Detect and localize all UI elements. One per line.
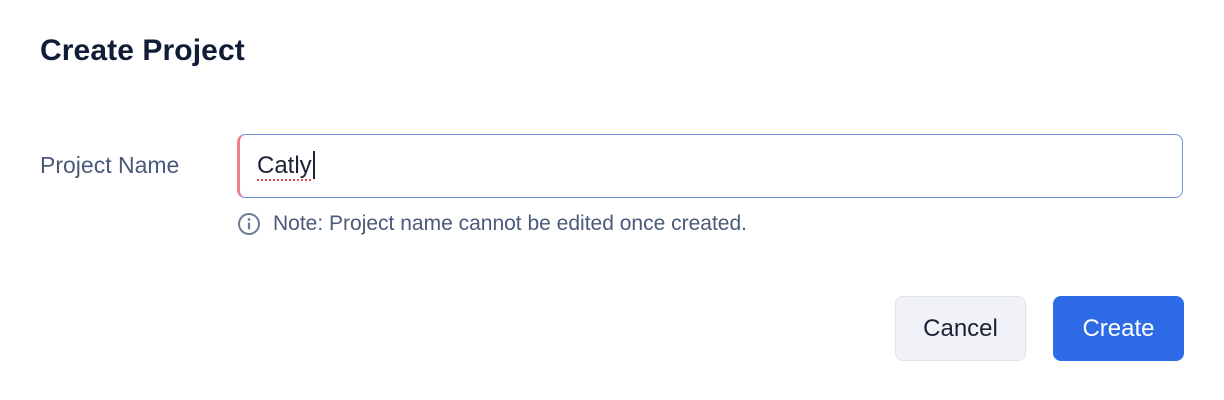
project-name-note: Note: Project name cannot be edited once… [237, 212, 747, 236]
info-icon [237, 212, 261, 236]
create-button[interactable]: Create [1053, 296, 1184, 361]
project-name-input-value[interactable]: Catly [257, 150, 315, 181]
project-name-label: Project Name [40, 152, 180, 178]
project-name-value-text: Catly [257, 152, 312, 179]
note-text: Note: Project name cannot be edited once… [273, 212, 747, 235]
text-caret [312, 150, 315, 179]
project-name-input[interactable]: Catly [237, 134, 1183, 198]
cancel-button[interactable]: Cancel [895, 296, 1026, 361]
dialog-title: Create Project [40, 34, 245, 67]
create-project-dialog: Create Project Project Name Catly Note: … [0, 0, 1224, 400]
